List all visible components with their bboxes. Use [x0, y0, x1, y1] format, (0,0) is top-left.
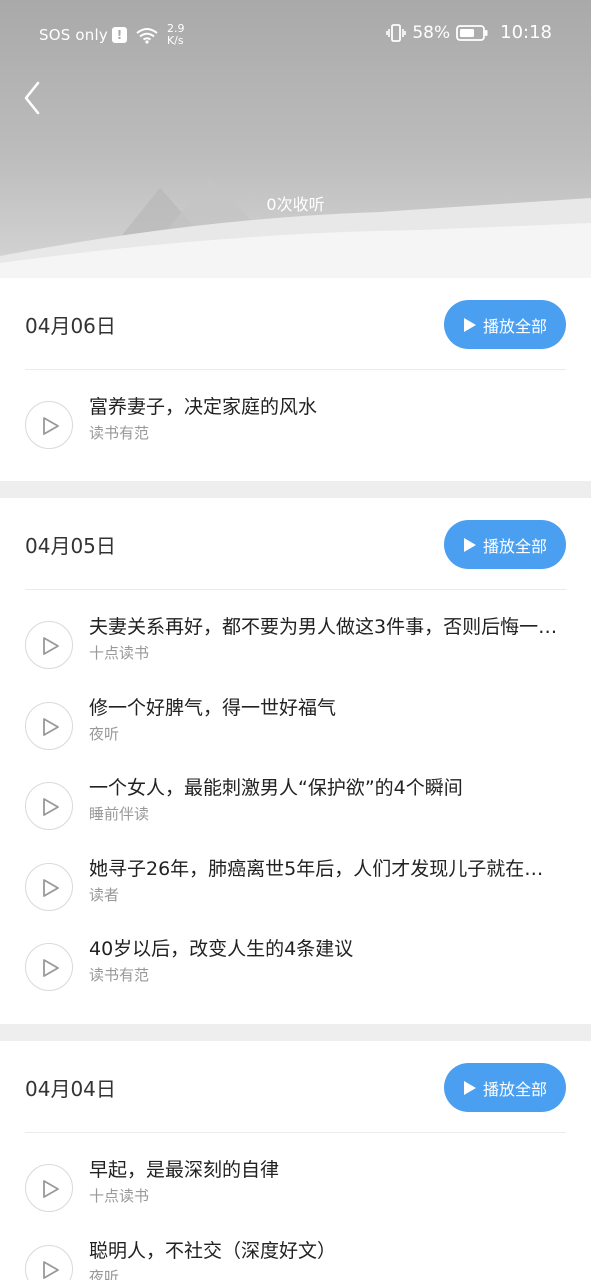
status-bar: SOS only ! 2.9 K/s 58% 10:18	[0, 0, 591, 66]
date-section: 04月05日 播放全部 夫妻关系再好，都不要为男人做这3件事，否则后悔一辈子 十…	[0, 498, 591, 1024]
play-all-button[interactable]: 播放全部	[444, 300, 566, 349]
track-source: 十点读书	[89, 644, 150, 662]
track-item[interactable]: 修一个好脾气，得一世好福气 夜听	[0, 695, 591, 775]
play-circle-icon[interactable]	[25, 943, 73, 991]
play-all-label: 播放全部	[482, 1079, 547, 1099]
date-section: 04月04日 播放全部 早起，是最深刻的自律 十点读书 聪明人，不社交（深度好文…	[0, 1041, 591, 1280]
header-wave-decoration	[0, 178, 591, 278]
chevron-left-icon	[24, 81, 40, 115]
carrier-label: SOS only	[39, 26, 108, 44]
track-item[interactable]: 富养妻子，决定家庭的风水 读书有范	[0, 394, 591, 474]
battery-icon	[456, 24, 488, 41]
track-source: 十点读书	[89, 1187, 150, 1205]
play-all-button[interactable]: 播放全部	[444, 1063, 566, 1112]
clock-time: 10:18	[500, 22, 552, 43]
section-date: 04月06日	[25, 314, 116, 338]
track-item[interactable]: 40岁以后，改变人生的4条建议 读书有范	[0, 936, 591, 1016]
play-circle-icon[interactable]	[25, 782, 73, 830]
header-banner: SOS only ! 2.9 K/s 58% 10:18 0次收听	[0, 0, 591, 278]
track-item[interactable]: 一个女人，最能刺激男人“保护欲”的4个瞬间 睡前伴读	[0, 775, 591, 855]
track-title: 早起，是最深刻的自律	[89, 1159, 280, 1181]
play-triangle-icon	[463, 1080, 476, 1095]
track-source: 夜听	[89, 725, 120, 743]
wifi-icon	[136, 28, 158, 44]
section-date: 04月04日	[25, 1077, 116, 1101]
net-speed: 2.9 K/s	[167, 23, 191, 47]
alert-icon: !	[111, 27, 127, 43]
track-item[interactable]: 夫妻关系再好，都不要为男人做这3件事，否则后悔一辈子 十点读书	[0, 614, 591, 694]
play-all-label: 播放全部	[482, 536, 547, 556]
play-circle-icon[interactable]	[25, 401, 73, 449]
track-title: 聪明人，不社交（深度好文）	[89, 1240, 337, 1262]
track-source: 夜听	[89, 1268, 120, 1280]
track-item[interactable]: 聪明人，不社交（深度好文） 夜听	[0, 1238, 591, 1280]
play-circle-icon[interactable]	[25, 702, 73, 750]
track-source: 读书有范	[89, 424, 150, 442]
play-circle-icon[interactable]	[25, 1245, 73, 1280]
play-triangle-icon	[463, 317, 476, 332]
track-source: 读者	[89, 886, 120, 904]
track-title: 修一个好脾气，得一世好福气	[89, 697, 337, 719]
play-circle-icon[interactable]	[25, 863, 73, 911]
date-section: 04月06日 播放全部 富养妻子，决定家庭的风水 读书有范	[0, 278, 591, 481]
play-circle-icon[interactable]	[25, 621, 73, 669]
play-all-button[interactable]: 播放全部	[444, 520, 566, 569]
section-gap	[0, 481, 591, 498]
section-date: 04月05日	[25, 534, 116, 558]
battery-percent: 58%	[412, 22, 451, 43]
track-item[interactable]: 早起，是最深刻的自律 十点读书	[0, 1157, 591, 1237]
track-title: 一个女人，最能刺激男人“保护欲”的4个瞬间	[89, 777, 463, 799]
section-gap	[0, 1024, 591, 1041]
play-circle-icon[interactable]	[25, 1164, 73, 1212]
track-title: 夫妻关系再好，都不要为男人做这3件事，否则后悔一辈子	[89, 616, 559, 638]
divider	[25, 589, 566, 590]
play-triangle-icon	[463, 537, 476, 552]
track-source: 睡前伴读	[89, 805, 150, 823]
net-speed-unit: K/s	[166, 34, 184, 47]
divider	[25, 369, 566, 370]
track-source: 读书有范	[89, 966, 150, 984]
play-all-label: 播放全部	[482, 316, 547, 336]
track-title: 富养妻子，决定家庭的风水	[89, 396, 318, 418]
track-title: 40岁以后，改变人生的4条建议	[89, 938, 354, 960]
vibrate-icon	[386, 23, 407, 42]
back-button[interactable]	[18, 78, 50, 118]
track-item[interactable]: 她寻子26年，肺癌离世5年后，人们才发现儿子就在身边 读者	[0, 856, 591, 936]
track-title: 她寻子26年，肺癌离世5年后，人们才发现儿子就在身边	[89, 858, 559, 880]
divider	[25, 1132, 566, 1133]
